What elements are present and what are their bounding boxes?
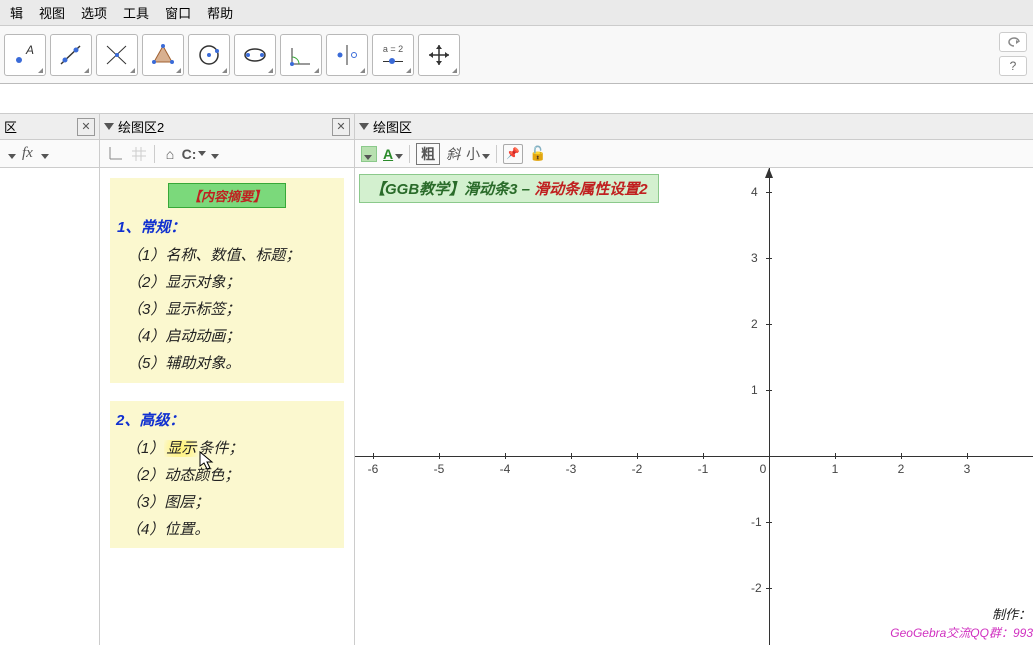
panels: 区 ✕ fx 绘图区2 ✕ ⌂ C: 【内容摘要】 1、常规： （1 xyxy=(0,114,1033,645)
fx-label: fx xyxy=(22,145,33,162)
menu-window[interactable]: 窗口 xyxy=(157,0,199,26)
tool-point[interactable]: A xyxy=(4,34,46,76)
undo-button[interactable] xyxy=(999,32,1027,52)
text-color[interactable]: A xyxy=(383,146,403,162)
tool-perp[interactable] xyxy=(96,34,138,76)
fx-dropdown[interactable] xyxy=(39,146,49,162)
x-tick: -1 xyxy=(698,462,709,476)
collapse-icon[interactable] xyxy=(359,123,369,130)
tool-polygon[interactable] xyxy=(142,34,184,76)
y-axis-arrow xyxy=(765,168,773,178)
panel-title: 绘图区2 xyxy=(118,117,164,136)
tool-circle[interactable] xyxy=(188,34,230,76)
axes-toggle[interactable] xyxy=(106,145,124,163)
summary-box-2: 2、高级： （1）显示条件； （2）动态颜色； （3）图层； （4）位置。 xyxy=(110,401,344,548)
menu-view[interactable]: 视图 xyxy=(31,0,73,26)
pin-icon[interactable]: 📌 xyxy=(503,144,523,164)
sec1-item: （2）显示对象； xyxy=(117,268,337,295)
y-tick: 2 xyxy=(751,317,758,331)
sort-dropdown[interactable] xyxy=(6,146,16,162)
tool-angle[interactable] xyxy=(280,34,322,76)
svg-text:A: A xyxy=(25,43,34,57)
algebra-panel-toolbar: fx xyxy=(0,140,99,168)
tool-move-view[interactable] xyxy=(418,34,460,76)
bold-toggle[interactable]: 粗 xyxy=(416,143,440,165)
qq-group-label: GeoGebra交流QQ群：993 xyxy=(890,624,1033,641)
graphics2-panel: 绘图区2 ✕ ⌂ C: 【内容摘要】 1、常规： （1）名称、数值、标题； （2… xyxy=(100,114,355,645)
capture-dropdown[interactable]: C: xyxy=(185,145,203,163)
x-tick: 3 xyxy=(964,462,971,476)
sec2-item: （3）图层； xyxy=(116,488,338,515)
input-bar-area xyxy=(0,84,1033,114)
panel-title: 区 xyxy=(4,117,17,136)
y-tick: 4 xyxy=(751,185,758,199)
more-dropdown[interactable] xyxy=(209,146,219,162)
tool-reflect[interactable] xyxy=(326,34,368,76)
size-dropdown[interactable]: 小 xyxy=(466,144,490,164)
x-tick: -5 xyxy=(434,462,445,476)
sec2-item: （2）动态颜色； xyxy=(116,461,338,488)
y-axis xyxy=(769,168,770,645)
lock-icon[interactable]: 🔓 xyxy=(529,145,546,162)
section2-head: 2、高级： xyxy=(116,409,338,430)
summary-box-1: 【内容摘要】 1、常规： （1）名称、数值、标题； （2）显示对象； （3）显示… xyxy=(110,178,344,383)
tool-slider[interactable]: a = 2 xyxy=(372,34,414,76)
grid-toggle[interactable] xyxy=(130,145,148,163)
x-tick: -2 xyxy=(632,462,643,476)
menu-edit[interactable]: 辑 xyxy=(2,0,31,26)
sec1-item: （1）名称、数值、标题； xyxy=(117,241,337,268)
close-icon[interactable]: ✕ xyxy=(77,118,95,136)
x-tick: -6 xyxy=(368,462,379,476)
menu-tools[interactable]: 工具 xyxy=(115,0,157,26)
graphics2-header[interactable]: 绘图区2 ✕ xyxy=(100,114,354,140)
summary-title: 【内容摘要】 xyxy=(168,183,286,208)
help-button[interactable]: ? xyxy=(999,56,1027,76)
panel-title: 绘图区 xyxy=(373,117,412,136)
home-icon[interactable]: ⌂ xyxy=(161,145,179,163)
graphics-canvas[interactable]: 【GGB教学】滑动条3 – 滑动条属性设置2 -6 -5 -4 -3 -2 -1… xyxy=(355,168,1033,645)
sec1-item: （3）显示标签； xyxy=(117,295,337,322)
y-tick: -1 xyxy=(751,515,762,529)
x-tick: 0 xyxy=(760,462,767,476)
menu-help[interactable]: 帮助 xyxy=(199,0,241,26)
x-tick: 1 xyxy=(832,462,839,476)
collapse-icon[interactable] xyxy=(104,123,114,130)
algebra-panel-header[interactable]: 区 ✕ xyxy=(0,114,99,140)
graphics-panel: 绘图区 A 粗 斜 小 📌 🔓 【GGB教学】滑动条3 – 滑动条属性设置2 -… xyxy=(355,114,1033,645)
close-icon[interactable]: ✕ xyxy=(332,118,350,136)
sec1-item: （4）启动动画； xyxy=(117,322,337,349)
y-tick: 1 xyxy=(751,383,758,397)
x-axis xyxy=(355,456,1033,457)
italic-toggle[interactable]: 斜 xyxy=(446,144,460,164)
menubar: 辑 视图 选项 工具 窗口 帮助 xyxy=(0,0,1033,26)
y-tick: -2 xyxy=(751,581,762,595)
x-tick: -4 xyxy=(500,462,511,476)
graphics2-content[interactable]: 【内容摘要】 1、常规： （1）名称、数值、标题； （2）显示对象； （3）显示… xyxy=(110,178,344,548)
algebra-panel: 区 ✕ fx xyxy=(0,114,100,645)
toolbar: A a = 2 ? xyxy=(0,26,1033,84)
graphics-style-bar: A 粗 斜 小 📌 🔓 xyxy=(355,140,1033,168)
sec2-item: （4）位置。 xyxy=(116,515,338,542)
x-tick: 2 xyxy=(898,462,905,476)
lesson-banner[interactable]: 【GGB教学】滑动条3 – 滑动条属性设置2 xyxy=(359,174,659,203)
graphics2-toolbar: ⌂ C: xyxy=(100,140,354,168)
menu-options[interactable]: 选项 xyxy=(73,0,115,26)
tool-line[interactable] xyxy=(50,34,92,76)
sec1-item: （5）辅助对象。 xyxy=(117,349,337,376)
sec2-item: （1）显示条件； xyxy=(116,434,338,461)
graphics-header[interactable]: 绘图区 xyxy=(355,114,1033,140)
x-tick: -3 xyxy=(566,462,577,476)
y-tick: 3 xyxy=(751,251,758,265)
color-picker[interactable] xyxy=(361,146,377,162)
author-label: 制作： xyxy=(992,604,1031,623)
section1-head: 1、常规： xyxy=(117,216,337,237)
tool-ellipse[interactable] xyxy=(234,34,276,76)
